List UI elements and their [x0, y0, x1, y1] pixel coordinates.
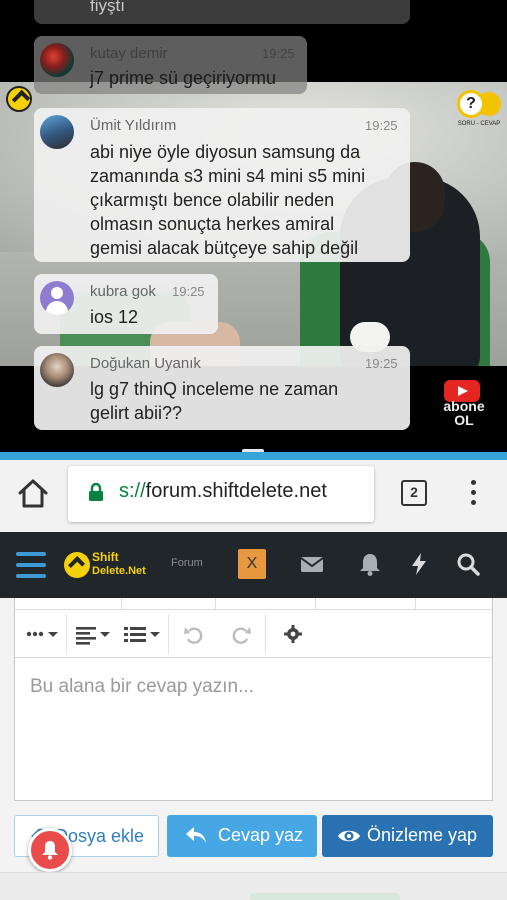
preview-label: Önizleme yap [367, 825, 478, 845]
chat-message-partial: fiyştı [34, 0, 410, 24]
redo-icon[interactable] [230, 622, 252, 646]
chat-message: kubra gok 19:25 ios 12 [34, 274, 218, 334]
avatar [40, 353, 74, 387]
chat-author: kubra gok [90, 283, 156, 300]
chat-message-line: zamanında s3 mini s4 mini s5 mini [90, 166, 366, 186]
more-vert-icon [471, 480, 476, 485]
chat-time: 19:25 [172, 284, 205, 299]
chat-message-line: gemisi alacak bütçeye sahip değil [90, 238, 359, 258]
reply-label: Cevap yaz [218, 825, 304, 845]
chat-message-text: fiyştı [90, 0, 125, 15]
home-icon [18, 479, 48, 508]
nav-x-button[interactable]: X [238, 549, 266, 579]
lightning-icon[interactable] [406, 551, 432, 577]
chat-author: kutay demir [90, 45, 168, 62]
footer-element [250, 893, 400, 900]
channel-logo-icon [6, 86, 32, 112]
chat-message-text: ios 12 [90, 307, 139, 327]
chat-message: Ümit Yıldırım 19:25 abi niye öyle diyosu… [34, 108, 410, 262]
avatar [40, 281, 74, 315]
chat-message: Doğukan Uyanık 19:25 lg g7 thinQ incelem… [34, 346, 410, 430]
screen: ? SORU - CEVAP abone OL fiyştı kutay dem… [0, 0, 507, 900]
home-button[interactable] [16, 476, 50, 512]
url-scheme: s:// [119, 480, 146, 502]
shiftdelete-logo-icon [64, 552, 90, 578]
editor-toolbar-row-1 [15, 598, 492, 610]
reply-arrow-icon [186, 827, 206, 843]
url-host: forum.shiftdelete.net [145, 480, 327, 502]
chat-author: Doğukan Uyanık [90, 355, 201, 372]
list-icon[interactable] [124, 622, 164, 646]
lock-icon [89, 483, 103, 501]
chat-time: 19:25 [365, 118, 398, 133]
avatar [40, 43, 74, 77]
question-mark-icon: ? [457, 90, 485, 118]
soru-cevap-badge: ? SORU - CEVAP [455, 88, 503, 132]
chat-message: kutay demir 19:25 j7 prime sü geçiriyorm… [34, 36, 307, 94]
chat-message-text: j7 prime sü geçiriyormu [90, 68, 277, 88]
undo-icon[interactable] [183, 622, 205, 646]
chat-message-line: gelirt abii?? [90, 403, 183, 423]
chat-time: 19:25 [365, 356, 398, 371]
url-text[interactable]: s://forum.shiftdelete.net [119, 480, 327, 503]
site-logo[interactable]: Shift Delete.Net [64, 550, 146, 580]
reply-button[interactable]: Cevap yaz [167, 815, 317, 857]
subscribe-label-ol: OL [454, 412, 474, 428]
chat-time: 19:25 [262, 46, 295, 61]
reply-textarea[interactable]: Bu alana bir cevap yazın... [30, 676, 254, 698]
tab-switcher-button[interactable]: 2 [401, 480, 427, 506]
search-icon[interactable] [455, 551, 481, 577]
nav-forum-label[interactable]: Forum [171, 557, 203, 569]
subscribe-watermark[interactable]: abone OL [436, 380, 492, 428]
notification-badge[interactable] [28, 828, 72, 872]
bell-icon [42, 841, 58, 860]
chat-message-line: çıkarmıştı bence olabilir neden [90, 190, 335, 210]
chat-message-line: olmasın sonuçta herkes amiral [90, 214, 335, 234]
menu-button[interactable] [16, 552, 46, 578]
preview-button[interactable]: Önizleme yap [322, 815, 493, 857]
browser-menu-button[interactable] [463, 478, 483, 508]
logo-text-line1: Shift [92, 550, 119, 564]
hamburger-icon [16, 552, 46, 556]
chat-author: Ümit Yıldırım [90, 117, 177, 134]
more-options-icon[interactable] [26, 622, 62, 646]
chat-message-line: lg g7 thinQ inceleme ne zaman [90, 379, 339, 399]
soru-cevap-label: SORU - CEVAP [457, 121, 501, 127]
settings-gear-icon[interactable] [283, 622, 303, 646]
chat-message-line: abi niye öyle diyosun samsung da [90, 142, 361, 162]
align-left-icon[interactable] [76, 622, 114, 646]
logo-text-line2: Delete.Net [92, 565, 146, 577]
avatar [40, 115, 74, 149]
envelope-icon[interactable] [299, 551, 325, 577]
status-accent-bar [0, 452, 507, 460]
eye-icon [338, 830, 360, 842]
bell-icon[interactable] [357, 551, 383, 577]
